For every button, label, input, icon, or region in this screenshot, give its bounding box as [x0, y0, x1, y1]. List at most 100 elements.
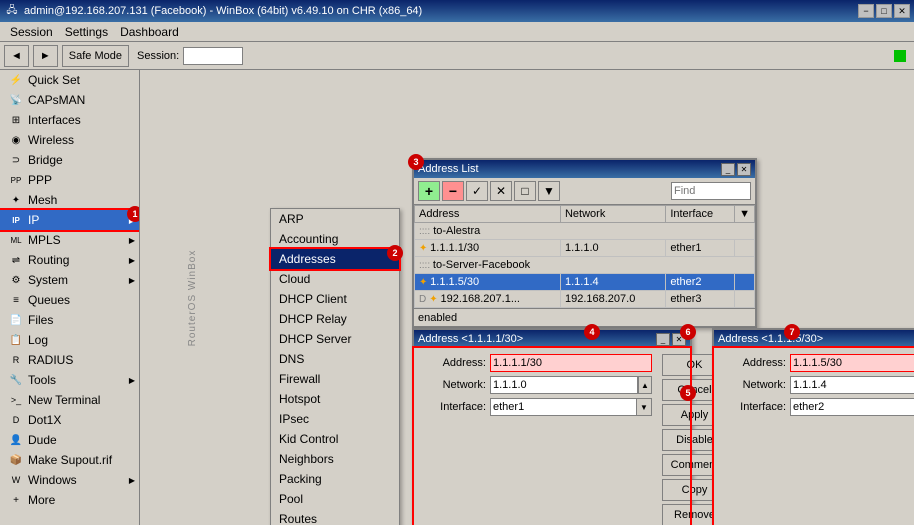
sidebar-item-tools[interactable]: 🔧 Tools ▶	[0, 370, 139, 390]
windows-icon: W	[8, 472, 24, 488]
capsman-icon: 📡	[8, 92, 24, 108]
dialog2-network-label: Network:	[720, 379, 790, 391]
sidebar-item-wireless[interactable]: ◉ Wireless	[0, 130, 139, 150]
context-menu-pool[interactable]: Pool	[271, 489, 399, 509]
badge-4: 4	[584, 324, 600, 340]
sidebar-item-capsman[interactable]: 📡 CAPsMAN	[0, 90, 139, 110]
more-icon: +	[8, 492, 24, 508]
safe-mode-button[interactable]: Safe Mode	[62, 45, 129, 67]
context-menu-packing[interactable]: Packing	[271, 469, 399, 489]
queues-icon: ≡	[8, 292, 24, 308]
dialog2-address-field: Address:	[720, 354, 914, 372]
mpls-arrow: ▶	[129, 236, 135, 245]
sidebar-item-mesh[interactable]: ✦ Mesh	[0, 190, 139, 210]
context-menu-dns[interactable]: DNS	[271, 349, 399, 369]
remove-address-button[interactable]: −	[442, 181, 464, 201]
sidebar-item-new-terminal[interactable]: >_ New Terminal	[0, 390, 139, 410]
sidebar-item-log[interactable]: 📋 Log	[0, 330, 139, 350]
context-menu-hotspot[interactable]: Hotspot	[271, 389, 399, 409]
context-menu-arp[interactable]: ARP	[271, 209, 399, 229]
context-menu-dhcp-relay[interactable]: DHCP Relay	[271, 309, 399, 329]
address-list-minimize[interactable]: _	[721, 163, 735, 176]
context-menu-neighbors[interactable]: Neighbors	[271, 449, 399, 469]
network-scroll-up[interactable]: ▲	[638, 376, 652, 394]
minimize-button[interactable]: −	[858, 4, 874, 18]
sidebar-item-ip[interactable]: IP IP ▶ 1	[0, 210, 139, 230]
context-menu-ipsec[interactable]: IPsec	[271, 409, 399, 429]
disable-address-button[interactable]: ✕	[490, 181, 512, 201]
close-button[interactable]: ✕	[894, 4, 910, 18]
table-row[interactable]: ✦ 1.1.1.1/30 1.1.1.0 ether1	[415, 240, 755, 257]
badge-2: 2	[387, 245, 403, 261]
dialog1-address-field: Address:	[420, 354, 652, 372]
dialog2-network-input[interactable]	[790, 376, 914, 394]
context-menu-firewall[interactable]: Firewall	[271, 369, 399, 389]
sidebar-item-routing[interactable]: ⇌ Routing ▶	[0, 250, 139, 270]
dialog2-address-input[interactable]	[790, 354, 914, 372]
badge-7: 7	[784, 324, 800, 340]
col-network[interactable]: Network	[560, 206, 665, 223]
session-label: Session:	[137, 50, 179, 62]
context-menu-accounting[interactable]: Accounting	[271, 229, 399, 249]
sidebar-item-radius[interactable]: R RADIUS	[0, 350, 139, 370]
title-bar: 🖧 admin@192.168.207.131 (Facebook) - Win…	[0, 0, 914, 22]
mpls-icon: ML	[8, 232, 24, 248]
maximize-button[interactable]: □	[876, 4, 892, 18]
sidebar-item-files[interactable]: 📄 Files	[0, 310, 139, 330]
menu-dashboard[interactable]: Dashboard	[114, 23, 185, 41]
find-input[interactable]	[671, 182, 751, 200]
dialog1-address-input[interactable]	[490, 354, 652, 372]
dialog1-interface-label: Interface:	[420, 401, 490, 413]
title-text: admin@192.168.207.131 (Facebook) - WinBo…	[24, 5, 858, 17]
ip-context-menu: ARP Accounting Addresses 2 Cloud DHCP Cl…	[270, 208, 400, 525]
context-menu-routes[interactable]: Routes	[271, 509, 399, 525]
back-button[interactable]: ◄	[4, 45, 29, 67]
context-menu-cloud[interactable]: Cloud	[271, 269, 399, 289]
table-row[interactable]: :::: to-Server-Facebook	[415, 257, 755, 274]
sidebar-item-make-supout[interactable]: 📦 Make Supout.rif	[0, 450, 139, 470]
context-menu-addresses[interactable]: Addresses 2	[271, 249, 399, 269]
dialog1-interface-select[interactable]: ether1	[490, 398, 652, 416]
dialog2-interface-select[interactable]: ether2	[790, 398, 914, 416]
sidebar-item-mpls[interactable]: ML MPLS ▶	[0, 230, 139, 250]
sidebar-item-interfaces[interactable]: ⊞ Interfaces	[0, 110, 139, 130]
forward-button[interactable]: ►	[33, 45, 58, 67]
context-menu-dhcp-client[interactable]: DHCP Client	[271, 289, 399, 309]
dialog1-network-label: Network:	[420, 379, 490, 391]
system-icon: ⚙	[8, 272, 24, 288]
address-list-toolbar: + − ✓ ✕ □ ▼	[414, 178, 755, 205]
dialog1-interface-wrapper: ether1 ▼	[490, 398, 652, 416]
table-row-selected[interactable]: ✦ 1.1.1.5/30 1.1.1.4 ether2	[415, 274, 755, 291]
filter-button[interactable]: ▼	[538, 181, 560, 201]
dialog1-interface-arrow[interactable]: ▼	[636, 398, 652, 416]
col-filter-icon[interactable]: ▼	[735, 206, 755, 223]
add-address-button[interactable]: +	[418, 181, 440, 201]
badge-5: 5	[680, 385, 696, 401]
col-interface[interactable]: Interface	[666, 206, 735, 223]
routing-arrow: ▶	[129, 256, 135, 265]
session-input[interactable]	[183, 47, 243, 65]
sidebar-item-dude[interactable]: 👤 Dude	[0, 430, 139, 450]
menu-session[interactable]: Session	[4, 23, 59, 41]
enable-address-button[interactable]: ✓	[466, 181, 488, 201]
sidebar-item-queues[interactable]: ≡ Queues	[0, 290, 139, 310]
sidebar-item-system[interactable]: ⚙ System ▶	[0, 270, 139, 290]
sidebar-item-more[interactable]: + More	[0, 490, 139, 510]
sidebar-item-bridge[interactable]: ⊃ Bridge	[0, 150, 139, 170]
settings-button[interactable]: □	[514, 181, 536, 201]
table-row[interactable]: :::: to-Alestra	[415, 223, 755, 240]
sidebar-item-windows[interactable]: W Windows ▶	[0, 470, 139, 490]
dude-icon: 👤	[8, 432, 24, 448]
quick-set-icon: ⚡	[8, 72, 24, 88]
address-list-close[interactable]: ✕	[737, 163, 751, 176]
sidebar-item-ppp[interactable]: PP PPP	[0, 170, 139, 190]
context-menu-kid-control[interactable]: Kid Control	[271, 429, 399, 449]
dialog1-network-input[interactable]	[490, 376, 638, 394]
table-row[interactable]: D ✦ 192.168.207.1... 192.168.207.0 ether…	[415, 291, 755, 308]
sidebar-item-quick-set[interactable]: ⚡ Quick Set	[0, 70, 139, 90]
sidebar-item-dot1x[interactable]: D Dot1X	[0, 410, 139, 430]
col-address[interactable]: Address	[415, 206, 561, 223]
menu-settings[interactable]: Settings	[59, 23, 114, 41]
context-menu-dhcp-server[interactable]: DHCP Server	[271, 329, 399, 349]
dialog1-minimize[interactable]: _	[656, 333, 670, 346]
